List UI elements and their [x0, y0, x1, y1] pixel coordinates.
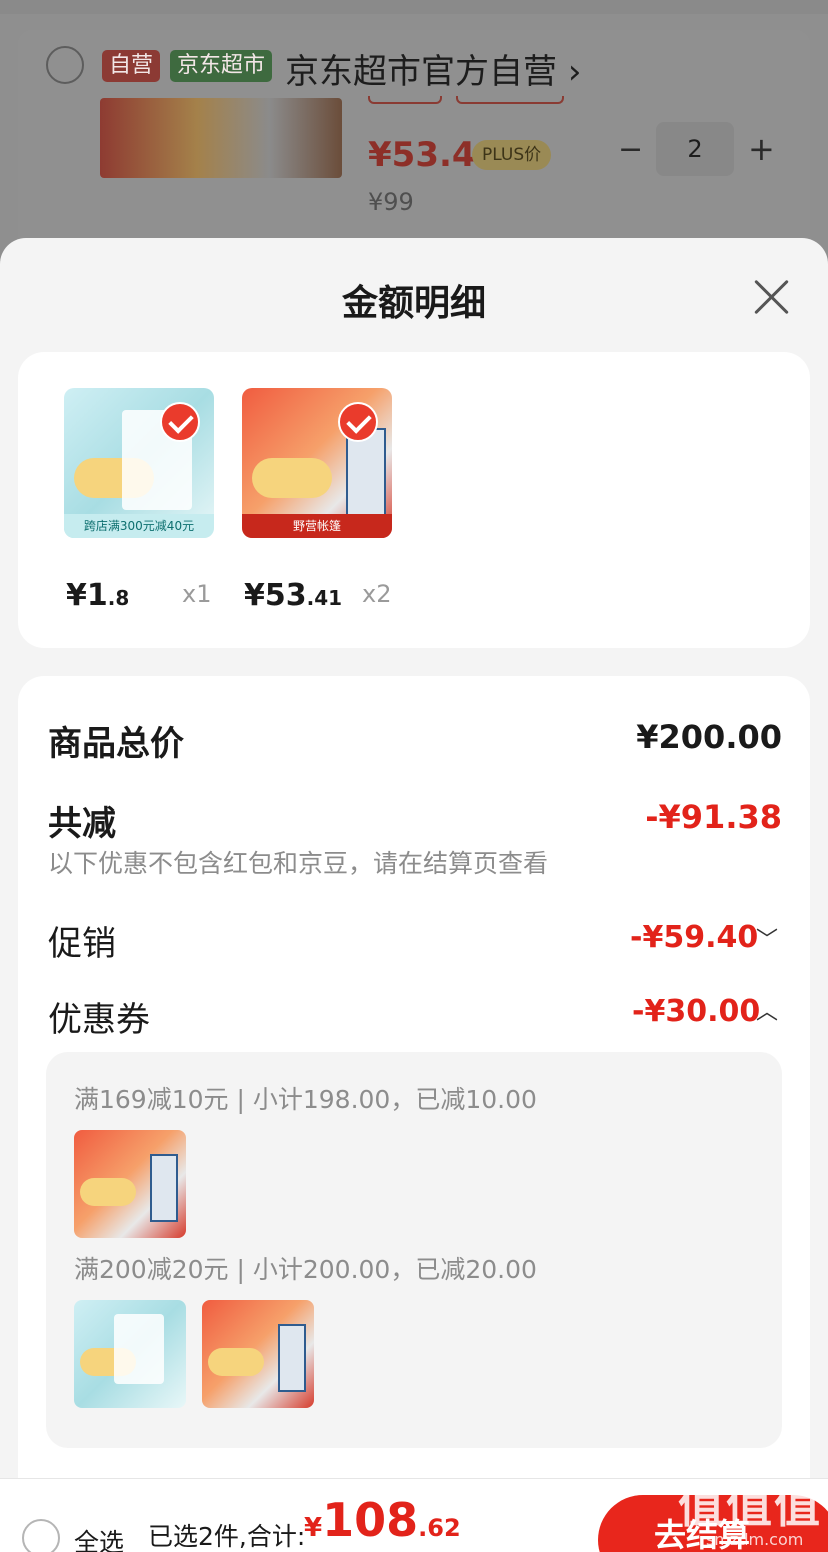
promotion-label: 促销 — [48, 924, 116, 964]
select-all-radio[interactable] — [22, 1519, 60, 1552]
check-icon — [338, 402, 378, 442]
coupon-detail-panel: 满169减10元 | 小计198.00，已减10.00 满200减20元 | 小… — [46, 1052, 782, 1448]
watermark-logo: 值值值 — [678, 1479, 822, 1533]
check-icon — [160, 402, 200, 442]
amount-detail-sheet: 金额明细 跨店满300元减40元 野营帐篷 ¥1.8 x1 ¥53.41 x2 … — [0, 238, 828, 1552]
background-page: 自营 京东超市 京东超市官方自营 › ¥53.41 PLUS价 ¥99 − 2 … — [0, 0, 828, 260]
coupon-value: -¥30.00 — [632, 994, 761, 1029]
cart-item-original-price: ¥99 — [368, 188, 414, 216]
total-price-value: ¥200.00 — [636, 718, 782, 756]
shop-name: 京东超市官方自营 — [285, 52, 557, 92]
qty-minus-button[interactable]: − — [618, 132, 643, 167]
coupon-goods-thumbnail[interactable] — [202, 1300, 314, 1408]
sheet-title: 金额明细 — [341, 283, 486, 324]
select-all-label[interactable]: 全选 — [74, 1523, 124, 1552]
close-icon[interactable] — [748, 274, 794, 320]
goods-price: ¥53.41 — [244, 578, 343, 613]
plus-price-badge: PLUS价 — [472, 140, 552, 170]
jd-supermarket-tag: 京东超市 — [170, 50, 273, 82]
goods-thumbnail-beer[interactable]: 野营帐篷 — [242, 388, 392, 538]
self-operated-tag: 自营 — [102, 50, 161, 82]
qty-plus-button[interactable]: + — [748, 130, 775, 168]
total-price-label: 商品总价 — [48, 724, 184, 764]
total-discount-label: 共减 — [48, 804, 116, 844]
top-strip — [0, 0, 828, 14]
chevron-up-icon: ︿ — [756, 1000, 779, 1025]
goods-quantity: x1 — [182, 580, 212, 608]
qty-input[interactable]: 2 — [656, 122, 734, 176]
promotion-value: -¥59.40 — [630, 920, 759, 955]
coupon-goods-thumbnail[interactable] — [74, 1130, 186, 1238]
shop-select-radio[interactable] — [46, 46, 84, 84]
goods-price: ¥1.8 — [66, 578, 130, 613]
watermark-url: smzdm.com — [706, 1530, 804, 1549]
coupon-label: 优惠券 — [48, 1000, 150, 1040]
item-tag-chip — [456, 96, 564, 104]
coupon-goods-thumbnail[interactable] — [74, 1300, 186, 1408]
selected-summary: 已选2件,合计: — [148, 1522, 306, 1551]
chevron-right-icon: › — [567, 52, 582, 92]
order-total: ¥108.62 — [304, 1493, 461, 1547]
cart-item-image[interactable] — [100, 98, 342, 178]
total-discount-value: -¥91.38 — [645, 798, 782, 836]
goods-thumbnail-cotton-swabs[interactable]: 跨店满300元减40元 — [64, 388, 214, 538]
goods-promo-banner: 跨店满300元减40元 — [64, 514, 214, 538]
price-detail-card: 商品总价 ¥200.00 共减 -¥91.38 以下优惠不包含红包和京豆，请在结… — [18, 676, 810, 1552]
item-tag-chip — [368, 96, 442, 104]
selected-goods-card: 跨店满300元减40元 野营帐篷 ¥1.8 x1 ¥53.41 x2 — [18, 352, 810, 648]
goods-promo-banner: 野营帐篷 — [242, 514, 392, 538]
shop-name-link[interactable]: 京东超市官方自营 › — [285, 44, 581, 93]
goods-quantity: x2 — [362, 580, 392, 608]
coupon-rule: 满169减10元 | 小计198.00，已减10.00 — [74, 1085, 537, 1114]
chevron-down-icon: ﹀ — [756, 928, 779, 953]
coupon-rule: 满200减20元 | 小计200.00，已减20.00 — [74, 1255, 537, 1284]
discount-note: 以下优惠不包含红包和京豆，请在结算页查看 — [48, 849, 549, 878]
